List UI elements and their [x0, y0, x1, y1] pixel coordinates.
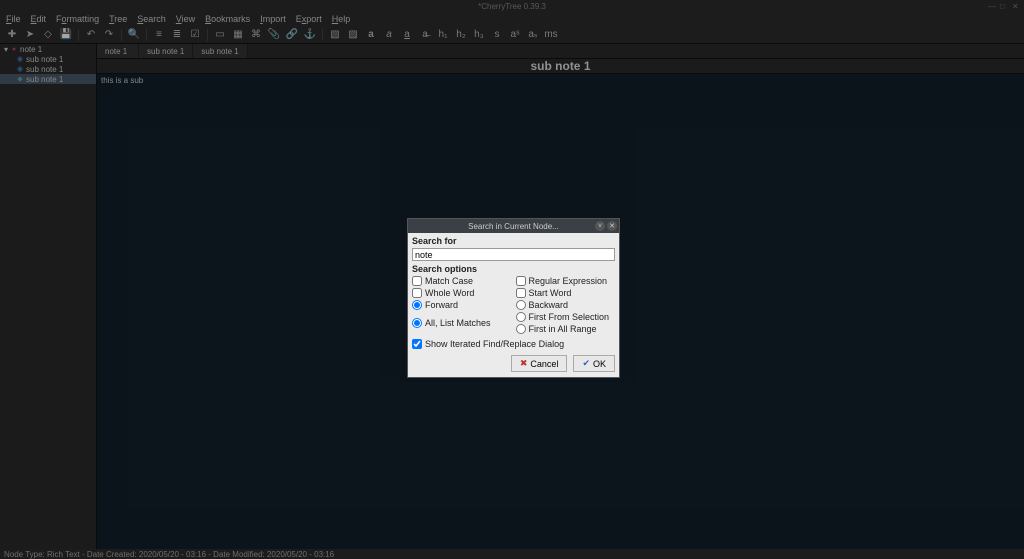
- radio-all-matches[interactable]: [412, 318, 422, 328]
- opt-show-iterated[interactable]: Show Iterated Find/Replace Dialog: [412, 339, 615, 349]
- checkbox-start-word[interactable]: [516, 288, 526, 298]
- dialog-titlebar[interactable]: Search in Current Node... ˅ ✕: [408, 219, 619, 233]
- radio-first-from-sel[interactable]: [516, 312, 526, 322]
- dialog-close-icon[interactable]: ✕: [607, 221, 617, 231]
- checkbox-regex[interactable]: [516, 276, 526, 286]
- radio-backward[interactable]: [516, 300, 526, 310]
- ok-icon: ✔: [582, 358, 590, 369]
- opt-regex[interactable]: Regular Expression: [516, 276, 616, 286]
- checkbox-show-iterated[interactable]: [412, 339, 422, 349]
- opt-whole-word[interactable]: Whole Word: [412, 288, 512, 298]
- checkbox-whole-word[interactable]: [412, 288, 422, 298]
- opt-forward[interactable]: Forward: [412, 300, 512, 310]
- opt-first-in-range[interactable]: First in All Range: [516, 324, 616, 334]
- checkbox-match-case[interactable]: [412, 276, 422, 286]
- dialog-title-text: Search in Current Node...: [468, 222, 559, 231]
- dialog-minimize-icon[interactable]: ˅: [595, 221, 605, 231]
- search-options-label: Search options: [412, 264, 615, 274]
- radio-forward[interactable]: [412, 300, 422, 310]
- opt-first-from-sel[interactable]: First From Selection: [516, 312, 616, 322]
- ok-button[interactable]: ✔OK: [573, 355, 615, 372]
- opt-start-word[interactable]: Start Word: [516, 288, 616, 298]
- opt-backward[interactable]: Backward: [516, 300, 616, 310]
- radio-first-in-range[interactable]: [516, 324, 526, 334]
- cancel-button[interactable]: ✖Cancel: [511, 355, 568, 372]
- opt-all-matches[interactable]: All, List Matches: [412, 312, 512, 334]
- opt-match-case[interactable]: Match Case: [412, 276, 512, 286]
- search-input[interactable]: [412, 248, 615, 261]
- cancel-icon: ✖: [520, 358, 528, 369]
- search-for-label: Search for: [412, 236, 615, 246]
- search-dialog: Search in Current Node... ˅ ✕ Search for…: [407, 218, 620, 378]
